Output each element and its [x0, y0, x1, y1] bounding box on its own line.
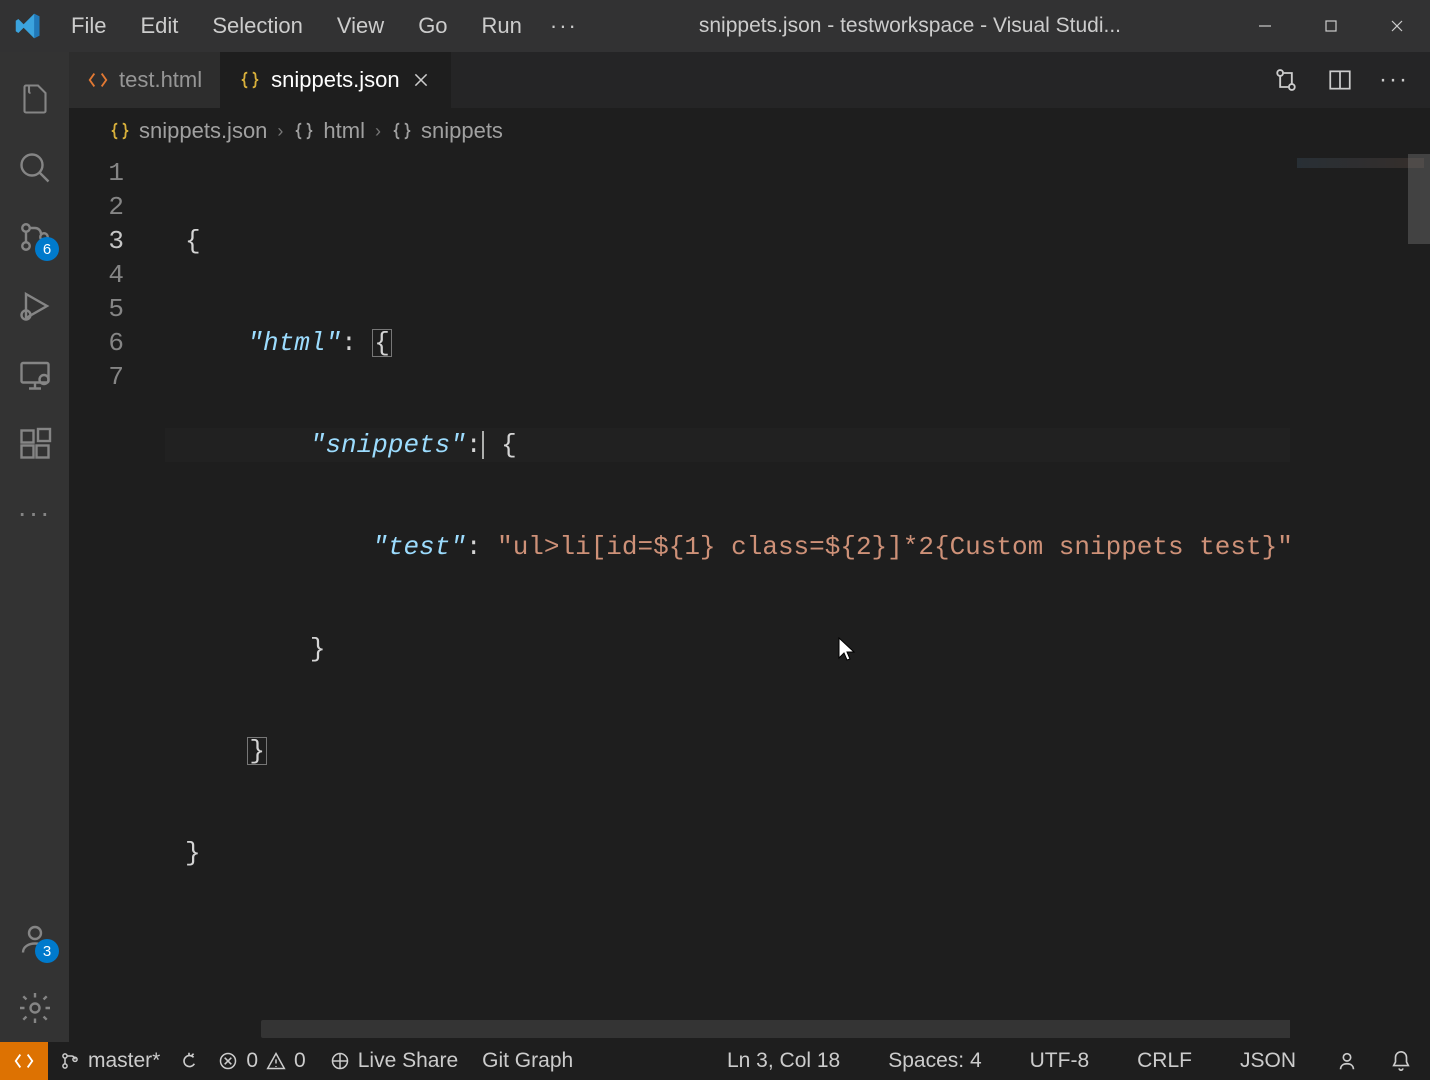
status-encoding[interactable]: UTF-8 — [1018, 1049, 1102, 1073]
breadcrumb: snippets.json › html › snippets — [69, 108, 1430, 154]
activity-source-control[interactable]: 6 — [0, 202, 69, 271]
line-number: 5 — [69, 292, 124, 326]
compare-changes-icon[interactable] — [1268, 62, 1304, 98]
tab-test-html[interactable]: test.html — [69, 52, 221, 108]
status-warnings-count: 0 — [294, 1049, 306, 1073]
line-number-gutter: 1 2 3 4 5 6 7 — [69, 154, 165, 1042]
status-liveshare[interactable]: Live Share — [318, 1042, 470, 1080]
title-bar: File Edit Selection View Go Run ··· snip… — [0, 0, 1430, 52]
menu-run[interactable]: Run — [466, 9, 538, 43]
status-eol[interactable]: CRLF — [1125, 1049, 1204, 1073]
status-errors-count: 0 — [246, 1049, 258, 1073]
status-language[interactable]: JSON — [1228, 1049, 1308, 1073]
menu-file[interactable]: File — [55, 9, 122, 43]
code-line: "html": { — [165, 326, 1430, 360]
activity-run-debug[interactable] — [0, 271, 69, 340]
breadcrumb-label: html — [323, 118, 365, 144]
breadcrumb-label: snippets.json — [139, 118, 267, 144]
vscode-logo-icon — [0, 12, 55, 40]
minimap[interactable] — [1290, 154, 1430, 1042]
activity-settings[interactable] — [0, 973, 69, 1042]
window-maximize-button[interactable] — [1298, 0, 1364, 52]
json-file-icon — [239, 69, 261, 91]
status-remote-button[interactable] — [0, 1042, 48, 1080]
activity-overflow[interactable]: ··· — [0, 478, 69, 547]
menu-bar: File Edit Selection View Go Run ··· — [55, 9, 588, 43]
line-number: 1 — [69, 156, 124, 190]
status-branch-label: master* — [88, 1049, 160, 1073]
status-cursor-position[interactable]: Ln 3, Col 18 — [715, 1049, 852, 1073]
tab-label: snippets.json — [271, 67, 399, 93]
code-line: "test": "ul>li[id=${1} class=${2}]*2{Cus… — [165, 530, 1430, 564]
breadcrumb-html[interactable]: html — [293, 118, 365, 144]
tab-snippets-json[interactable]: snippets.json — [221, 52, 450, 108]
activity-bar: 6 ··· 3 — [0, 52, 69, 1042]
editor-area[interactable]: 1 2 3 4 5 6 7 { "html": { "snippets": { … — [69, 154, 1430, 1042]
text-cursor — [482, 431, 484, 459]
code-line: } — [165, 836, 1430, 870]
menu-edit[interactable]: Edit — [124, 9, 194, 43]
minimap-content — [1297, 158, 1424, 168]
status-gitgraph-label: Git Graph — [482, 1049, 573, 1073]
breadcrumb-file[interactable]: snippets.json — [109, 118, 267, 144]
editor-group: test.html snippets.json — [69, 52, 1430, 1042]
line-number: 4 — [69, 258, 124, 292]
horizontal-scrollbar[interactable] — [261, 1020, 1311, 1038]
code-line: "snippets": { — [165, 428, 1430, 462]
line-number: 3 — [69, 224, 124, 258]
status-problems[interactable]: 0 0 — [206, 1042, 317, 1080]
editor-actions: ··· — [1250, 52, 1430, 108]
status-gitgraph[interactable]: Git Graph — [470, 1042, 585, 1080]
status-feedback-icon[interactable] — [1332, 1050, 1362, 1072]
code-line: { — [165, 224, 1430, 258]
activity-remote-explorer[interactable] — [0, 340, 69, 409]
menu-go[interactable]: Go — [402, 9, 463, 43]
activity-explorer[interactable] — [0, 64, 69, 133]
line-number: 7 — [69, 360, 124, 394]
chevron-right-icon: › — [277, 121, 283, 142]
breadcrumb-label: snippets — [421, 118, 503, 144]
status-branch[interactable]: master* — [48, 1042, 172, 1080]
menu-selection[interactable]: Selection — [196, 9, 319, 43]
window-title: snippets.json - testworkspace - Visual S… — [588, 14, 1232, 38]
menu-overflow[interactable]: ··· — [540, 9, 588, 43]
editor-more-icon[interactable]: ··· — [1376, 62, 1412, 98]
accounts-badge: 3 — [35, 939, 59, 963]
window-minimize-button[interactable] — [1232, 0, 1298, 52]
activity-search[interactable] — [0, 133, 69, 202]
line-number: 2 — [69, 190, 124, 224]
tab-close-button[interactable] — [410, 69, 432, 91]
html-file-icon — [87, 69, 109, 91]
status-bar: master* 0 0 Live Share Git Graph Ln 3, C… — [0, 1042, 1430, 1080]
tabs-container: test.html snippets.json — [69, 52, 1430, 108]
status-indentation[interactable]: Spaces: 4 — [876, 1049, 993, 1073]
menu-view[interactable]: View — [321, 9, 400, 43]
minimap-slider[interactable] — [1408, 154, 1430, 244]
status-liveshare-label: Live Share — [358, 1049, 458, 1073]
code-content[interactable]: { "html": { "snippets": { "test": "ul>li… — [165, 154, 1430, 1042]
status-sync[interactable] — [172, 1042, 206, 1080]
activity-accounts[interactable]: 3 — [0, 904, 69, 973]
chevron-right-icon: › — [375, 121, 381, 142]
breadcrumb-snippets[interactable]: snippets — [391, 118, 503, 144]
window-controls — [1232, 0, 1430, 52]
code-line: } — [165, 734, 1430, 768]
activity-extensions[interactable] — [0, 409, 69, 478]
window-close-button[interactable] — [1364, 0, 1430, 52]
scm-badge: 6 — [35, 237, 59, 261]
tab-label: test.html — [119, 67, 202, 93]
line-number: 6 — [69, 326, 124, 360]
split-editor-icon[interactable] — [1322, 62, 1358, 98]
code-line: } — [165, 632, 1430, 666]
status-notifications-icon[interactable] — [1386, 1050, 1416, 1072]
